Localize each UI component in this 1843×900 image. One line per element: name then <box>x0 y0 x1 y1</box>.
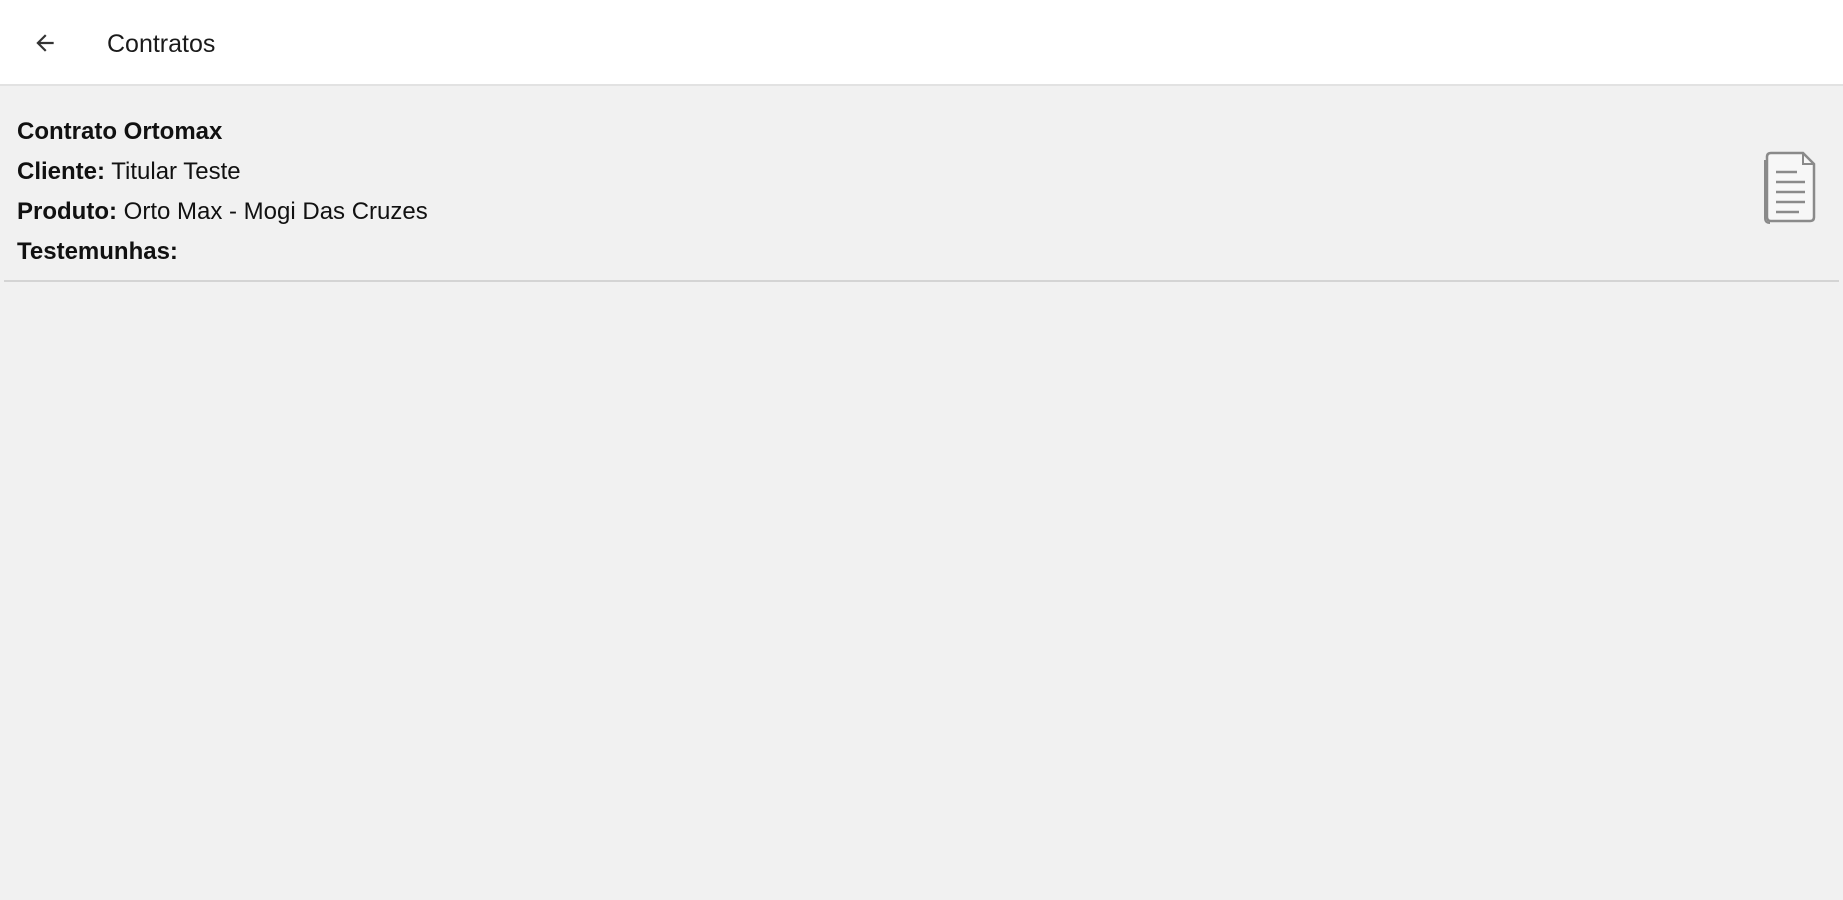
arrow-left-icon <box>36 34 54 52</box>
contract-list-item[interactable]: Contrato Ortomax Cliente: Titular Teste … <box>0 86 1843 282</box>
product-value: Orto Max - Mogi Das Cruzes <box>123 198 428 225</box>
app-screen: Contratos Contrato Ortomax Cliente: Titu… <box>0 0 1843 900</box>
client-label: Cliente: <box>17 158 106 185</box>
top-app-bar: Contratos <box>0 0 1843 86</box>
contracts-list: Contrato Ortomax Cliente: Titular Teste … <box>0 86 1843 282</box>
page-title: Contratos <box>107 30 216 58</box>
product-label: Produto: <box>17 198 117 225</box>
contract-details: Contrato Ortomax Cliente: Titular Teste … <box>17 112 428 272</box>
document-icon[interactable] <box>1759 150 1817 224</box>
list-divider <box>4 280 1839 282</box>
client-row: Cliente: Titular Teste <box>17 152 428 192</box>
client-value: Titular Teste <box>111 158 241 185</box>
back-button[interactable] <box>20 18 70 68</box>
contract-title: Contrato Ortomax <box>17 118 223 145</box>
product-row: Produto: Orto Max - Mogi Das Cruzes <box>17 192 428 232</box>
witnesses-label: Testemunhas: <box>17 238 178 265</box>
